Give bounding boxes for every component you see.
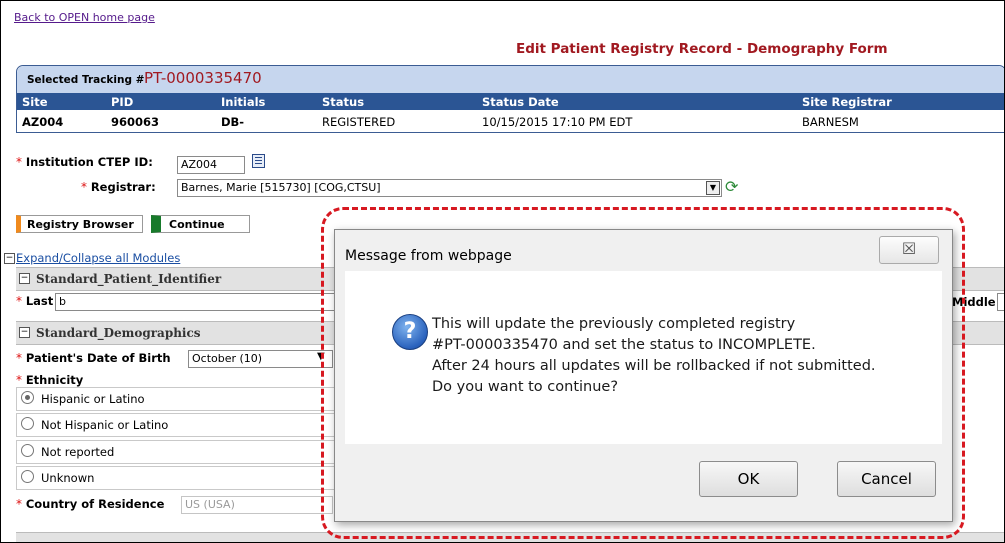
cell-status: REGISTERED xyxy=(322,115,396,129)
country-select[interactable]: US (USA) xyxy=(181,496,333,514)
ok-button[interactable]: OK xyxy=(699,461,798,497)
chevron-down-icon[interactable]: ▼ xyxy=(706,181,720,195)
cell-pid: 960063 xyxy=(111,115,160,129)
tracking-label: Selected Tracking # xyxy=(27,74,145,86)
col-site-registrar: Site Registrar xyxy=(802,95,892,109)
required-mark: * xyxy=(16,497,22,511)
institution-label: * Institution CTEP ID: xyxy=(16,155,153,169)
dob-month-select[interactable]: October (10) xyxy=(188,350,333,368)
registrar-label: * Registrar: xyxy=(81,180,156,194)
cell-site: AZ004 xyxy=(22,115,64,129)
radio-button[interactable] xyxy=(21,444,34,457)
ethnicity-option-not-hispanic[interactable]: Not Hispanic or Latino xyxy=(16,413,338,437)
country-label: * Country of Residence xyxy=(16,497,164,511)
institution-label-text: Institution CTEP ID: xyxy=(25,155,153,169)
table-row: AZ004 960063 DB- REGISTERED 10/15/2015 1… xyxy=(17,110,1004,132)
expand-collapse-link[interactable]: Expand/Collapse all Modules xyxy=(16,251,180,265)
chevron-down-icon[interactable]: ▼ xyxy=(317,351,325,362)
middle-name-field[interactable] xyxy=(997,293,1004,311)
col-pid: PID xyxy=(111,95,134,109)
cell-status-date: 10/15/2015 17:10 PM EDT xyxy=(482,115,633,129)
section-title: Standard_Patient_Identifier xyxy=(36,272,222,286)
ethnicity-option-not-reported[interactable]: Not reported xyxy=(16,440,338,464)
section-next xyxy=(16,532,1004,542)
col-initials: Initials xyxy=(221,95,266,109)
option-label: Unknown xyxy=(41,471,95,485)
option-label: Not reported xyxy=(41,445,115,459)
dialog-body: ? This will update the previously comple… xyxy=(345,271,942,444)
required-mark: * xyxy=(16,294,22,308)
tracking-column-headers: Site PID Initials Status Status Date Sit… xyxy=(17,93,1004,110)
collapse-icon[interactable]: − xyxy=(19,273,30,284)
browser-page: Back to OPEN home page Edit Patient Regi… xyxy=(0,0,1005,543)
registrar-label-text: Registrar: xyxy=(90,180,156,194)
country-label-text: Country of Residence xyxy=(25,497,165,511)
collapse-icon[interactable]: − xyxy=(19,327,30,338)
ethnicity-option-hispanic[interactable]: Hispanic or Latino xyxy=(16,387,338,411)
tracking-header: Selected Tracking # PT-0000335470 xyxy=(17,66,1004,93)
last-name-label: * Last xyxy=(16,294,53,308)
message-line: This will update the previously complete… xyxy=(432,316,796,332)
refresh-icon[interactable]: ⟳ xyxy=(725,177,738,196)
radio-button[interactable] xyxy=(21,417,34,430)
radio-button[interactable] xyxy=(21,470,34,483)
message-dialog: Message from webpage ☒ ? This will updat… xyxy=(334,229,953,522)
ethnicity-label-text: Ethnicity xyxy=(25,373,84,387)
dob-label: * Patient's Date of Birth xyxy=(16,351,171,365)
cell-initials: DB- xyxy=(221,115,245,129)
required-mark: * xyxy=(16,373,22,387)
tracking-panel: Selected Tracking # PT-0000335470 Site P… xyxy=(16,65,1004,133)
option-label: Not Hispanic or Latino xyxy=(41,418,169,432)
registrar-select[interactable]: Barnes, Marie [515730] [COG,CTSU] xyxy=(177,179,722,197)
option-label: Hispanic or Latino xyxy=(41,392,145,406)
question-icon: ? xyxy=(392,314,428,350)
ethnicity-label: * Ethnicity xyxy=(16,373,83,387)
section-title: Standard_Demographics xyxy=(36,326,201,340)
required-mark: * xyxy=(81,180,87,194)
dob-label-text: Patient's Date of Birth xyxy=(25,351,171,365)
collapse-icon[interactable]: − xyxy=(4,253,15,264)
radio-button[interactable] xyxy=(21,391,34,404)
registry-browser-button[interactable]: Registry Browser xyxy=(16,215,143,233)
cancel-button[interactable]: Cancel xyxy=(837,461,936,497)
ethnicity-option-unknown[interactable]: Unknown xyxy=(16,466,338,490)
close-icon[interactable]: ☒ xyxy=(879,236,939,264)
message-line: After 24 hours all updates will be rollb… xyxy=(432,358,876,374)
dialog-message: This will update the previously complete… xyxy=(432,314,876,398)
cell-site-registrar: BARNESM xyxy=(802,115,859,129)
continue-button[interactable]: Continue xyxy=(151,215,250,233)
required-mark: * xyxy=(16,351,22,365)
middle-name-label: Middle xyxy=(952,295,996,309)
last-label-text: Last xyxy=(25,294,54,308)
required-mark: * xyxy=(16,155,22,169)
col-status-date: Status Date xyxy=(482,95,559,109)
back-home-link[interactable]: Back to OPEN home page xyxy=(14,11,155,24)
message-line: #PT-0000335470 and set the status to INC… xyxy=(432,337,816,353)
message-line: Do you want to continue? xyxy=(432,379,619,395)
dialog-title: Message from webpage xyxy=(345,248,512,264)
page-title: Edit Patient Registry Record - Demograph… xyxy=(516,41,888,57)
institution-ctep-field[interactable]: AZ004 xyxy=(177,156,245,174)
col-site: Site xyxy=(22,95,48,109)
col-status: Status xyxy=(322,95,365,109)
tracking-number: PT-0000335470 xyxy=(144,69,262,87)
lookup-list-icon[interactable] xyxy=(252,154,265,168)
last-name-field[interactable]: b xyxy=(55,293,335,311)
